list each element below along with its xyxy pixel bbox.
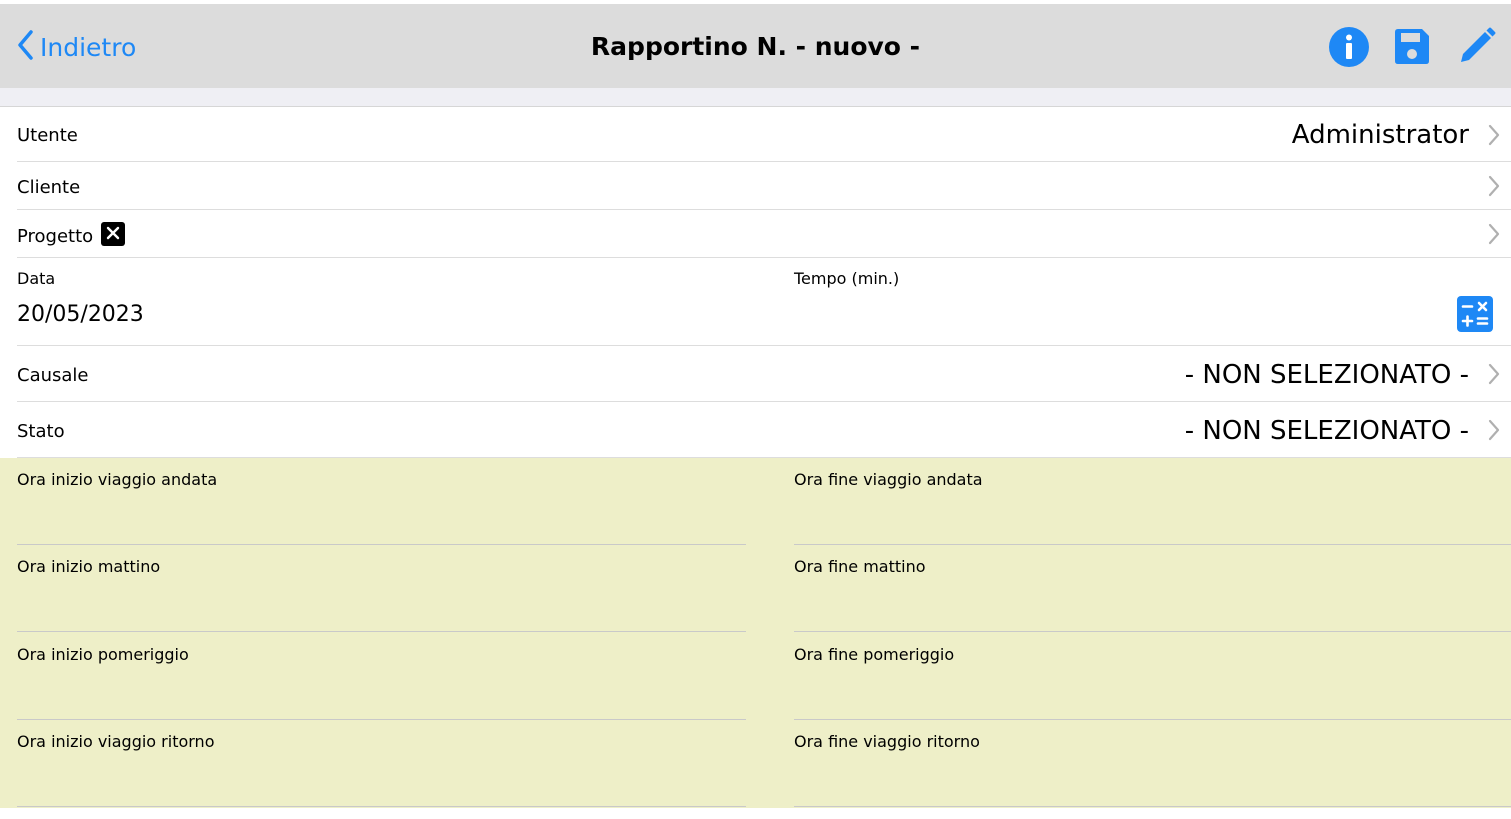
ora-inizio-mattino: Ora inizio mattino <box>17 545 746 632</box>
cliente-label: Cliente <box>17 177 81 198</box>
time-input[interactable] <box>17 671 746 711</box>
ora-inizio-pomeriggio: Ora inizio pomeriggio <box>17 633 746 720</box>
save-button[interactable] <box>1391 26 1433 68</box>
stato-value: - NON SELEZIONATO - <box>1184 416 1469 446</box>
utente-row[interactable]: Utente Administrator <box>0 108 1511 162</box>
ora-fine-mattino: Ora fine mattino <box>794 545 1511 632</box>
utente-value: Administrator <box>1291 120 1469 150</box>
pencil-icon <box>1455 27 1497 72</box>
time-input[interactable] <box>794 671 1511 711</box>
cliente-row[interactable]: Cliente <box>0 162 1511 210</box>
edit-button[interactable] <box>1455 26 1497 68</box>
time-label: Ora inizio viaggio ritorno <box>17 732 215 751</box>
data-field[interactable]: 20/05/2023 <box>17 302 144 327</box>
utente-label: Utente <box>17 125 78 146</box>
time-input[interactable] <box>794 758 1511 798</box>
navigation-bar: Indietro Rapportino N. - nuovo - <box>0 4 1511 88</box>
causale-label: Causale <box>17 365 89 386</box>
causale-row[interactable]: Causale - NON SELEZIONATO - <box>0 346 1511 402</box>
time-label: Ora inizio mattino <box>17 557 161 576</box>
chevron-right-icon <box>1487 419 1501 441</box>
divider <box>17 631 746 632</box>
data-label: Data <box>17 269 56 288</box>
chevron-right-icon <box>1487 124 1501 146</box>
ora-fine-viaggio-ritorno: Ora fine viaggio ritorno <box>794 720 1511 807</box>
ora-inizio-viaggio-ritorno: Ora inizio viaggio ritorno <box>17 720 746 807</box>
chevron-right-icon <box>1487 223 1501 245</box>
time-label: Ora fine viaggio andata <box>794 470 983 489</box>
progetto-row[interactable]: Progetto <box>0 210 1511 258</box>
causale-value: - NON SELEZIONATO - <box>1184 360 1469 390</box>
time-section: Ora inizio viaggio andata Ora inizio mat… <box>0 458 1511 808</box>
time-label: Ora inizio viaggio andata <box>17 470 218 489</box>
info-circle-icon <box>1328 27 1370 72</box>
ora-fine-pomeriggio: Ora fine pomeriggio <box>794 633 1511 720</box>
tempo-label: Tempo (min.) <box>794 269 900 288</box>
time-input[interactable] <box>794 496 1511 536</box>
time-label: Ora fine viaggio ritorno <box>794 732 980 751</box>
time-input[interactable] <box>794 583 1511 623</box>
time-input[interactable] <box>17 583 746 623</box>
page-title: Rapportino N. - nuovo - <box>590 32 921 61</box>
ora-fine-viaggio-andata: Ora fine viaggio andata <box>794 458 1511 545</box>
data-tempo-row: Data 20/05/2023 Tempo (min.) <box>0 258 1511 346</box>
time-input[interactable] <box>17 496 746 536</box>
time-label: Ora fine pomeriggio <box>794 645 955 664</box>
section-separator <box>0 88 1511 107</box>
clear-progetto-button[interactable] <box>101 222 125 246</box>
close-icon <box>106 225 120 244</box>
stato-label: Stato <box>17 421 65 442</box>
calculator-button[interactable] <box>1457 296 1493 332</box>
divider <box>794 806 1511 807</box>
floppy-disk-icon <box>1391 29 1433 72</box>
time-input[interactable] <box>17 758 746 798</box>
calculator-icon <box>1457 301 1493 336</box>
ora-inizio-viaggio-andata: Ora inizio viaggio andata <box>17 458 746 545</box>
time-label: Ora fine mattino <box>794 557 926 576</box>
chevron-right-icon <box>1487 363 1501 385</box>
divider <box>794 631 1511 632</box>
chevron-right-icon <box>1487 175 1501 197</box>
stato-row[interactable]: Stato - NON SELEZIONATO - <box>0 402 1511 458</box>
progetto-label: Progetto <box>17 226 94 247</box>
time-label: Ora inizio pomeriggio <box>17 645 189 664</box>
divider <box>17 806 746 807</box>
info-button[interactable] <box>1328 26 1370 68</box>
